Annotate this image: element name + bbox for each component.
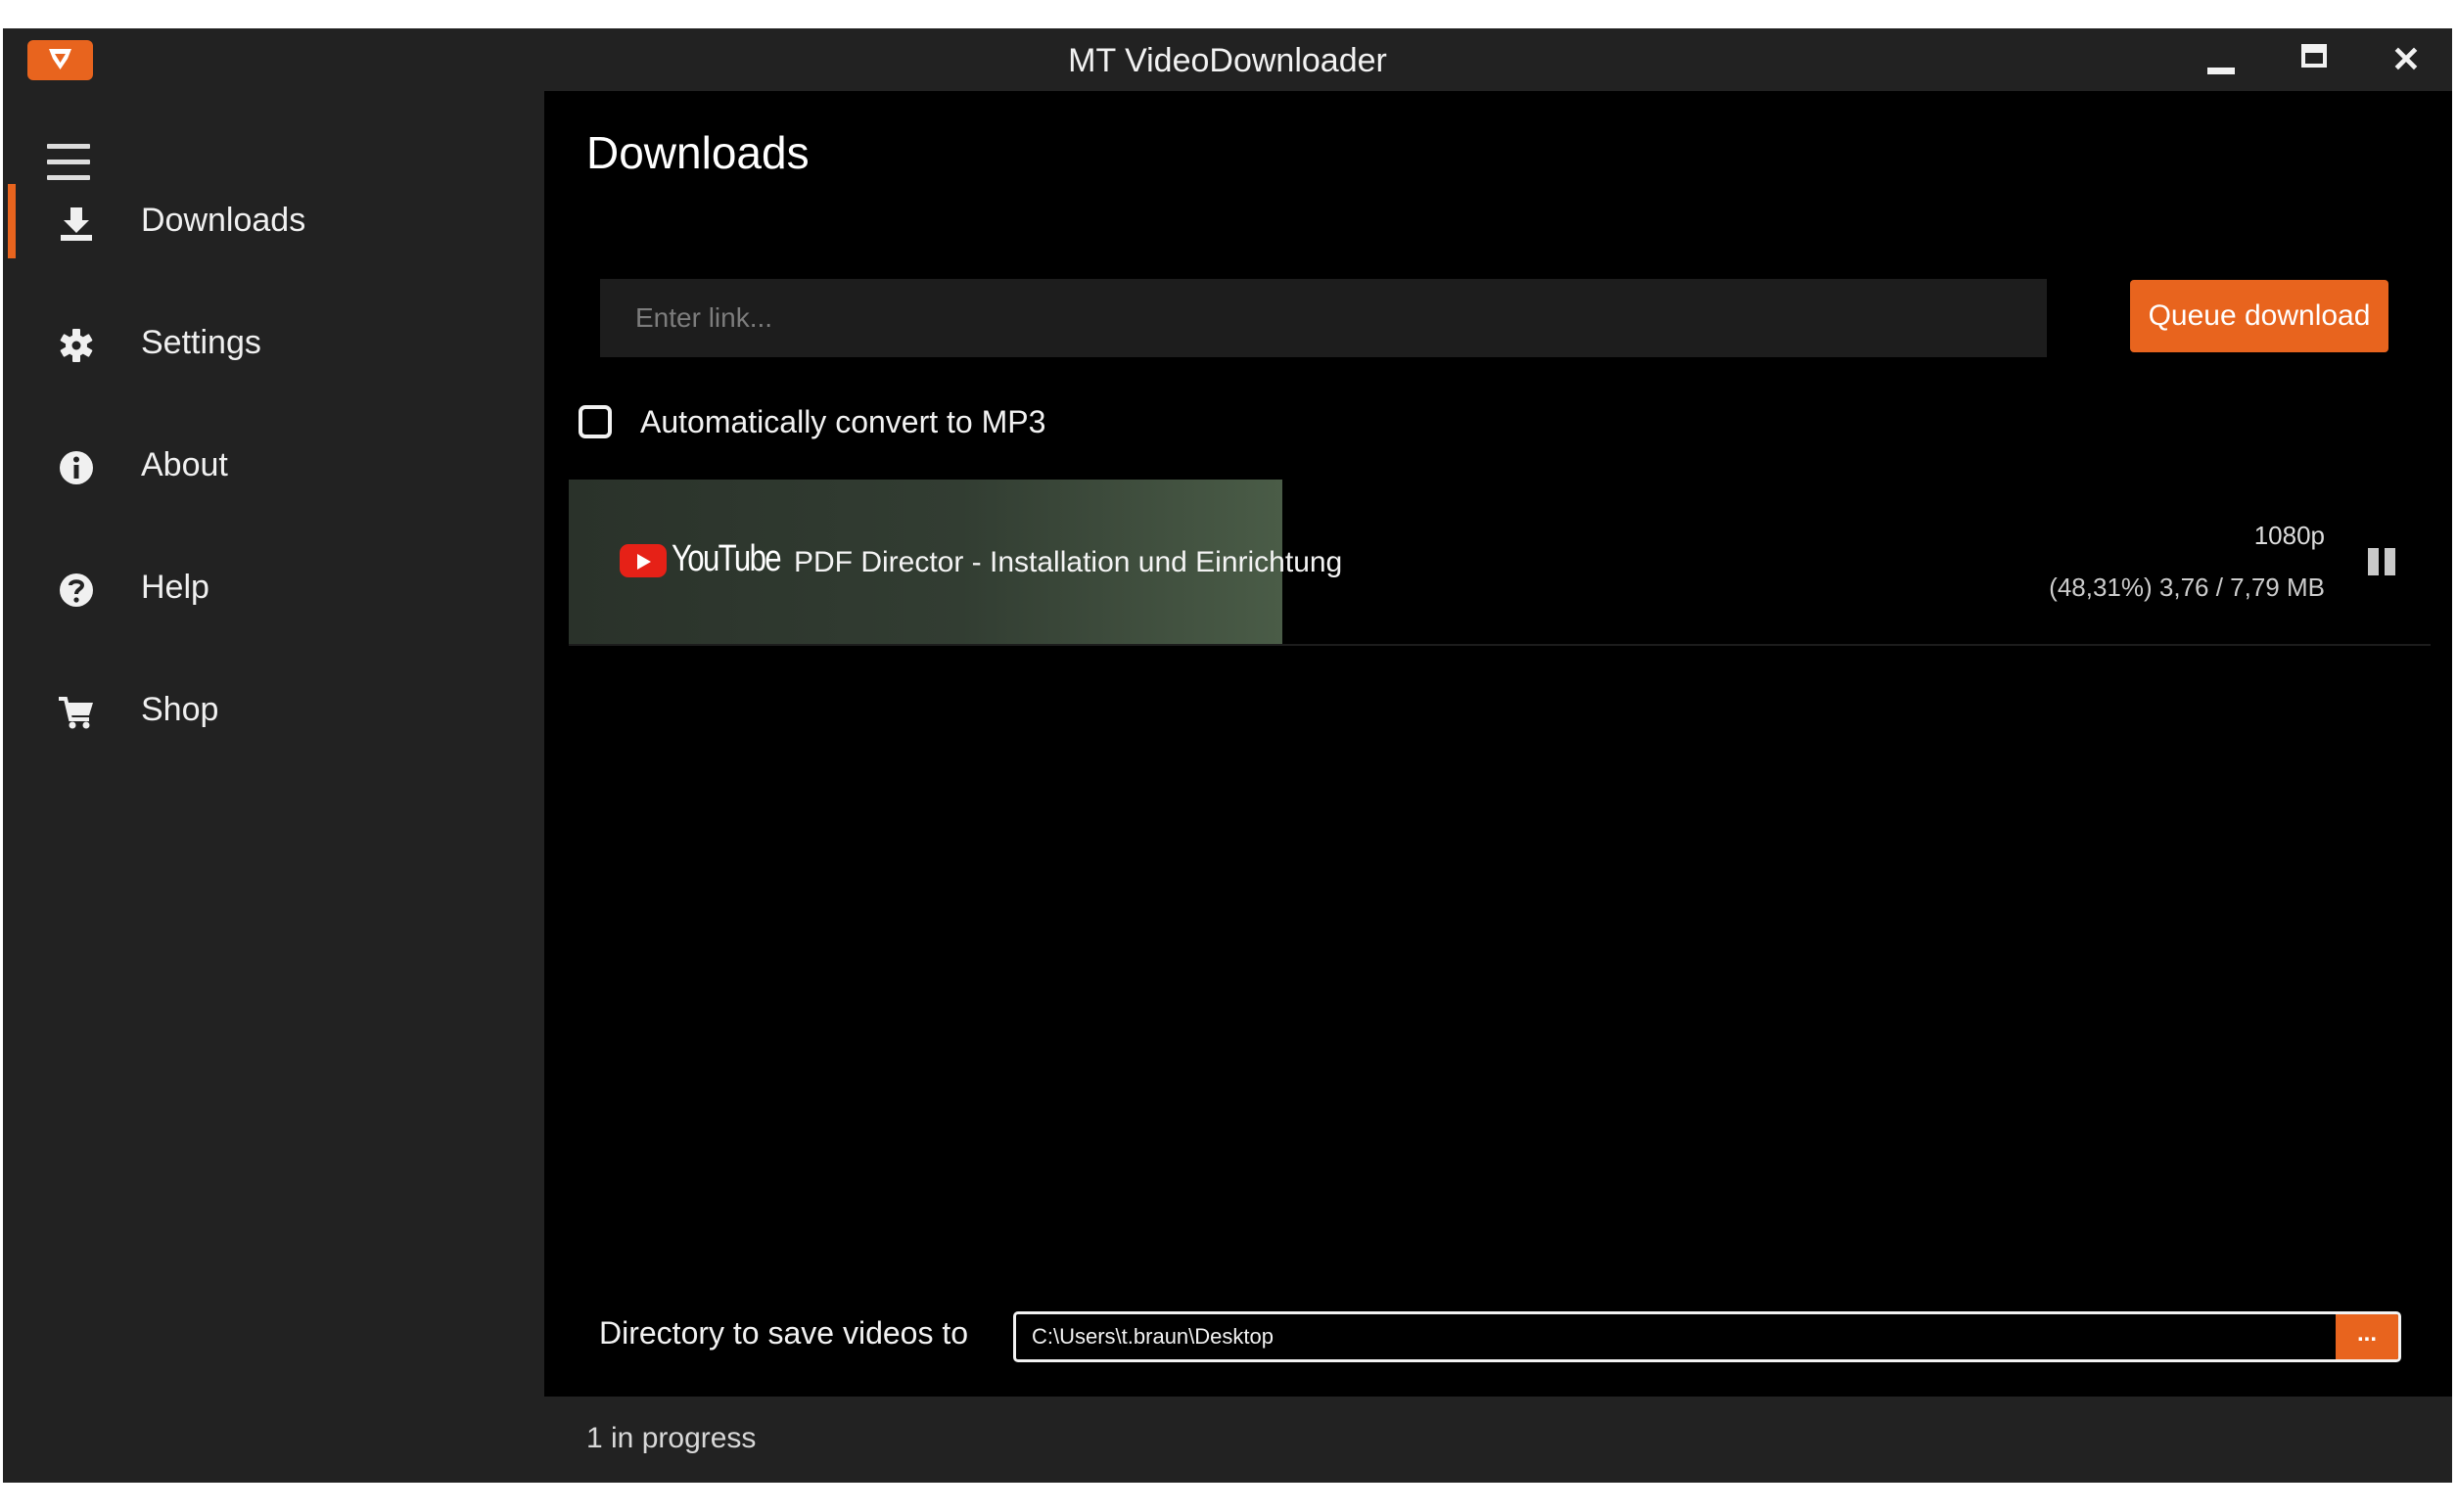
convert-mp3-label: Automatically convert to MP3 — [640, 404, 1046, 439]
youtube-play-icon — [620, 544, 667, 577]
download-icon — [61, 207, 92, 241]
sidebar-item-help[interactable]: Help — [3, 549, 544, 627]
maximize-icon[interactable] — [2291, 38, 2340, 81]
app-window: MT VideoDownloader ✕ Downloads Settings … — [3, 28, 2452, 1483]
sidebar-item-label: Help — [141, 569, 209, 606]
status-bar: 1 in progress — [544, 1397, 2452, 1483]
sidebar-item-label: Settings — [141, 324, 261, 361]
sidebar-item-about[interactable]: About — [3, 427, 544, 505]
status-text: 1 in progress — [586, 1422, 757, 1454]
question-icon — [60, 573, 93, 607]
title-bar[interactable]: MT VideoDownloader ✕ — [3, 28, 2452, 91]
download-title: PDF Director - Installation und Einricht… — [794, 546, 1343, 578]
download-quality: 1080p — [2253, 521, 2325, 550]
sidebar-item-label: Downloads — [141, 202, 306, 239]
gear-icon — [60, 329, 93, 362]
main-panel: Downloads Queue download Automatically c… — [544, 91, 2452, 1397]
sidebar-item-shop[interactable]: Shop — [3, 671, 544, 750]
link-input[interactable] — [600, 279, 2047, 357]
download-progress-text: (48,31%) 3,76 / 7,79 MB — [2049, 573, 2325, 602]
directory-label: Directory to save videos to — [599, 1315, 969, 1351]
youtube-logo-text: YouTube — [672, 538, 782, 579]
download-item[interactable]: YouTube PDF Director - Installation und … — [569, 480, 2431, 646]
sidebar-item-label: About — [141, 446, 228, 483]
info-icon — [60, 451, 93, 484]
queue-download-button[interactable]: Queue download — [2130, 280, 2388, 352]
minimize-icon[interactable] — [2196, 38, 2245, 81]
sidebar: Downloads Settings About Help Shop — [3, 91, 544, 1483]
directory-path: C:\Users\t.braun\Desktop — [1032, 1324, 1274, 1349]
window-title: MT VideoDownloader — [1068, 42, 1387, 79]
cart-icon — [59, 697, 93, 729]
browse-button[interactable]: ... — [2336, 1314, 2398, 1359]
sidebar-item-label: Shop — [141, 691, 219, 728]
pause-icon[interactable] — [2368, 548, 2397, 575]
page-title: Downloads — [586, 127, 810, 178]
close-icon[interactable]: ✕ — [2382, 38, 2431, 81]
sidebar-item-downloads[interactable]: Downloads — [3, 182, 544, 260]
convert-mp3-checkbox[interactable] — [579, 405, 612, 438]
sidebar-item-settings[interactable]: Settings — [3, 304, 544, 383]
directory-field[interactable]: C:\Users\t.braun\Desktop ... — [1013, 1311, 2401, 1362]
hamburger-icon[interactable] — [47, 144, 90, 181]
